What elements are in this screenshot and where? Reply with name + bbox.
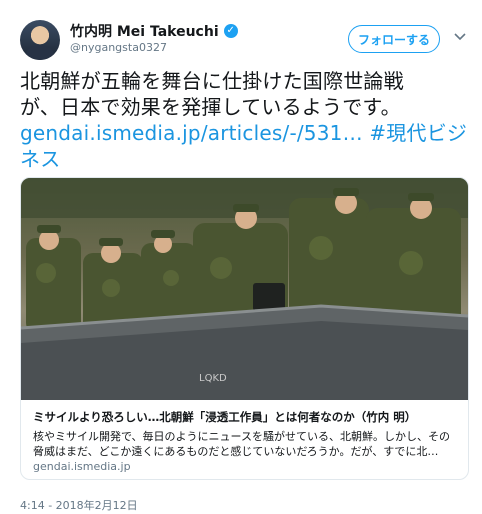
verified-badge-icon: ✓ [223,24,238,38]
tweet-text-line: 北朝鮮が五輪を舞台に仕掛けた国際世論戦 [20,69,404,93]
chevron-down-icon[interactable] [454,32,466,42]
tweet-timestamp[interactable]: 4:14 - 2018年2月12日 [20,497,138,513]
author-avatar[interactable] [20,20,60,60]
card-domain: gendai.ismedia.jp [33,460,131,473]
tweet-link[interactable]: gendai.ismedia.jp/articles/-/531… [20,121,363,145]
hashtag-link-continued[interactable]: ネス [20,147,60,171]
author-handle[interactable]: @nygangsta0327 [70,41,167,54]
follow-button[interactable]: フォローする [348,25,440,53]
hashtag-link[interactable]: #現代ビジ [363,121,467,145]
author-name-row[interactable]: 竹内明 Mei Takeuchi ✓ [70,21,238,41]
tweet-text-line: が、日本で効果を発揮しているようです。 [20,95,401,119]
card-title[interactable]: ミサイルより恐ろしい…北朝鮮「浸透工作員」とは何者なのか（竹内 明） [33,409,458,425]
card-description: 核やミサイル開発で、毎日のようにニュースを騒がせている、北朝鮮。しかし、その脅威… [33,430,451,458]
author-display-name[interactable]: 竹内明 Mei Takeuchi [70,21,219,41]
link-preview-card[interactable]: LQKD ミサイルより恐ろしい…北朝鮮「浸透工作員」とは何者なのか（竹内 明） … [20,177,469,480]
card-image[interactable]: LQKD [21,178,468,400]
boat-marking: LQKD [199,373,227,384]
tweet-text: 北朝鮮が五輪を舞台に仕掛けた国際世論戦 が、日本で効果を発揮しているようです。 … [20,68,470,172]
